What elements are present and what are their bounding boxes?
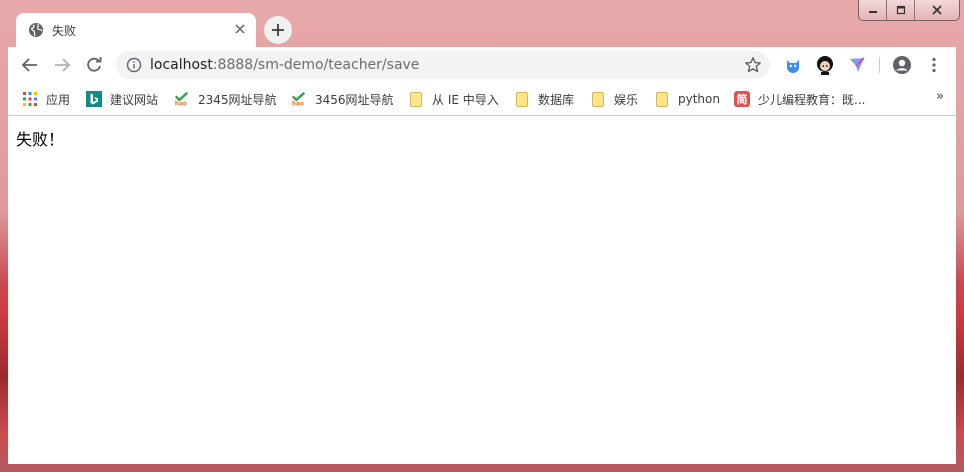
- new-tab-button[interactable]: [264, 16, 292, 44]
- page-content: 失败！: [8, 116, 956, 464]
- account-icon: [893, 56, 911, 74]
- maximize-icon: [896, 5, 905, 15]
- folder-icon: [654, 91, 670, 107]
- address-bar[interactable]: localhost:8888/sm-demo/teacher/save: [116, 51, 770, 79]
- plus-icon: [272, 24, 284, 36]
- failure-message: 失败！: [16, 130, 65, 149]
- more-vert-icon: [932, 57, 936, 73]
- bookmark-3456[interactable]: hao 3456网址导航: [291, 89, 394, 109]
- forward-button[interactable]: [50, 53, 74, 77]
- browser-window: 失败 localhost:8888/sm-demo/teacher/save 应…: [0, 0, 964, 472]
- bing-icon: [86, 91, 102, 107]
- svg-text:hao: hao: [292, 102, 304, 107]
- bookmark-label: 少儿编程教育：既...: [758, 92, 866, 107]
- send-extension-icon[interactable]: [847, 55, 867, 75]
- apps-grid-icon: [22, 91, 38, 107]
- active-tab[interactable]: 失败: [16, 13, 256, 48]
- bookmark-label: 应用: [46, 92, 71, 107]
- bookmark-label: 从 IE 中导入: [432, 92, 499, 107]
- folder-icon: [514, 91, 530, 107]
- minimize-icon: [868, 11, 877, 13]
- bookmark-folder-entertainment[interactable]: 娱乐: [590, 89, 638, 109]
- arrow-left-icon: [21, 58, 37, 72]
- url-path: :8888/sm-demo/teacher/save: [212, 57, 420, 73]
- reload-icon: [87, 57, 102, 72]
- toolbar-divider: [879, 57, 880, 73]
- tab-close-button[interactable]: [232, 21, 248, 37]
- close-window-button[interactable]: [915, 0, 959, 20]
- info-icon[interactable]: [126, 57, 142, 73]
- star-icon[interactable]: [744, 56, 762, 74]
- svg-text:hao: hao: [175, 102, 187, 107]
- back-button[interactable]: [18, 53, 42, 77]
- toolbar: localhost:8888/sm-demo/teacher/save: [8, 47, 956, 84]
- bookmarks-bar: 应用 建议网站 hao 2345网址导航 hao 3456网址导航 从 IE 中…: [8, 84, 956, 116]
- bookmark-label: 娱乐: [614, 92, 639, 107]
- bookmark-folder-database[interactable]: 数据库: [514, 89, 574, 109]
- minimize-button[interactable]: [859, 0, 887, 20]
- bookmark-label: 2345网址导航: [198, 92, 277, 107]
- reload-button[interactable]: [82, 53, 106, 77]
- bookmark-2345[interactable]: hao 2345网址导航: [174, 89, 277, 109]
- window-controls: [858, 0, 960, 21]
- tab-title: 失败: [52, 24, 77, 38]
- menu-button[interactable]: [924, 55, 944, 75]
- close-icon: [235, 24, 245, 34]
- bookmarks-overflow-button[interactable]: »: [936, 89, 944, 104]
- maximize-button[interactable]: [887, 0, 915, 20]
- bookmark-kids-coding[interactable]: 简 少儿编程教育：既...: [734, 89, 865, 109]
- folder-icon: [408, 91, 424, 107]
- bookmark-label: 建议网站: [110, 92, 159, 107]
- folder-icon: [590, 91, 606, 107]
- bookmark-folder-ie-import[interactable]: 从 IE 中导入: [408, 89, 499, 109]
- profile-button[interactable]: [892, 55, 912, 75]
- close-icon: [932, 5, 942, 15]
- bookmark-label: 数据库: [538, 92, 575, 107]
- bookmark-folder-python[interactable]: python: [654, 89, 720, 109]
- hao-icon: hao: [291, 91, 307, 107]
- jian-icon: 简: [734, 91, 750, 107]
- bookmark-label: 3456网址导航: [315, 92, 394, 107]
- globe-icon: [29, 23, 43, 37]
- bookmark-apps[interactable]: 应用: [22, 89, 70, 109]
- bookmark-suggested-sites[interactable]: 建议网站: [86, 89, 158, 109]
- bookmark-label: python: [678, 92, 720, 106]
- url-host: localhost: [150, 57, 213, 73]
- bird-extension-icon[interactable]: [783, 55, 803, 75]
- hao-icon: hao: [174, 91, 190, 107]
- arrow-right-icon: [55, 58, 71, 72]
- url-text: localhost:8888/sm-demo/teacher/save: [150, 57, 419, 73]
- avatar-extension-icon[interactable]: [815, 55, 835, 75]
